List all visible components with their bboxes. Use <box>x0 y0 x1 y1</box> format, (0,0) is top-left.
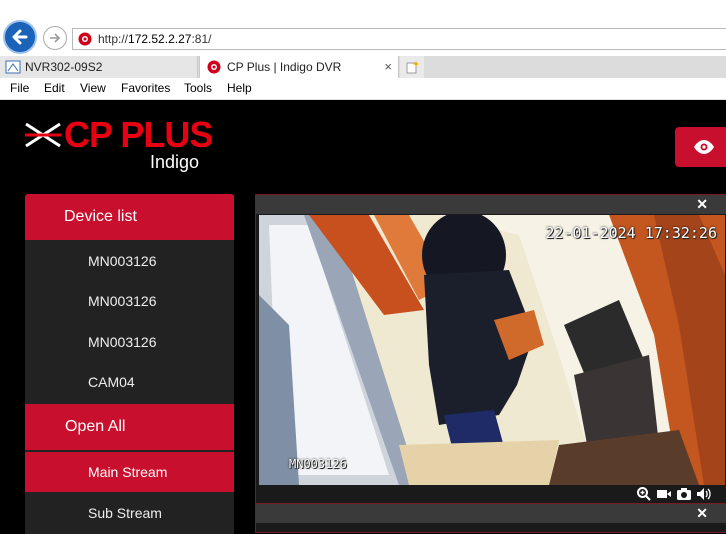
menu-bar: File Edit View Favorites Tools Help <box>0 78 726 100</box>
tab-nvr[interactable]: NVR302-09S2 <box>0 56 198 78</box>
browser-toolbar: http://172.52.2.27:81/ <box>0 0 726 56</box>
brand-name: CP PLUS <box>64 114 213 155</box>
new-tab-icon <box>406 61 419 74</box>
sub-stream-option[interactable]: Sub Stream <box>25 493 234 533</box>
device-item[interactable]: CAM04 <box>25 362 234 402</box>
record-icon[interactable] <box>656 486 672 502</box>
logo-mark-icon <box>25 122 61 148</box>
video-timestamp: 22-01-2024 17:32:26 <box>545 224 717 242</box>
close-tab-icon[interactable]: × <box>384 59 392 74</box>
site-favicon <box>207 60 221 74</box>
video-panel-2: ✕ <box>255 503 726 533</box>
brand-subtitle: Indigo <box>150 152 200 172</box>
menu-favorites[interactable]: Favorites <box>121 81 170 95</box>
menu-help[interactable]: Help <box>227 81 252 95</box>
close-video-icon[interactable]: ✕ <box>696 505 708 522</box>
main-stream-option[interactable]: Main Stream <box>25 452 234 492</box>
audio-icon[interactable] <box>696 486 712 502</box>
camera-frame-image <box>259 215 725 485</box>
video-channel-name: MN003126 <box>289 457 347 471</box>
tab-label: CP Plus | Indigo DVR <box>227 60 342 74</box>
live-view-button[interactable] <box>675 127 726 167</box>
device-sidebar: Device list MN003126 MN003126 MN003126 C… <box>25 194 234 534</box>
device-item[interactable]: MN003126 <box>25 281 234 321</box>
back-button[interactable] <box>3 20 37 54</box>
device-item[interactable]: MN003126 <box>25 322 234 362</box>
tab-label: NVR302-09S2 <box>25 60 103 74</box>
device-list-header[interactable]: Device list <box>25 194 234 240</box>
video-panel: ✕ 22-01-2024 17:32:26 MN003126 <box>255 194 726 504</box>
menu-file[interactable]: File <box>10 81 29 95</box>
menu-tools[interactable]: Tools <box>184 81 212 95</box>
url-text: http://172.52.2.27:81/ <box>98 32 212 46</box>
forward-button[interactable] <box>43 26 67 50</box>
site-favicon <box>78 32 92 46</box>
video-panel-titlebar: ✕ <box>256 504 726 523</box>
tab-strip: NVR302-09S2 CP Plus | Indigo DVR × <box>0 56 726 79</box>
menu-view[interactable]: View <box>80 81 106 95</box>
forward-arrow-icon <box>50 33 61 43</box>
close-video-icon[interactable]: ✕ <box>696 196 708 213</box>
page-icon <box>5 60 21 74</box>
device-item[interactable]: MN003126 <box>25 241 234 281</box>
address-bar[interactable]: http://172.52.2.27:81/ <box>72 28 726 50</box>
video-toolbar <box>256 485 726 503</box>
video-panel-titlebar: ✕ <box>256 195 726 214</box>
new-tab-button[interactable] <box>400 56 424 78</box>
back-arrow-icon <box>12 29 28 45</box>
snapshot-icon[interactable] <box>676 486 692 502</box>
menu-edit[interactable]: Edit <box>44 81 65 95</box>
eye-icon <box>694 140 714 154</box>
open-all-button[interactable]: Open All <box>25 404 234 450</box>
tab-cp-plus[interactable]: CP Plus | Indigo DVR × <box>199 56 399 78</box>
camera-feed[interactable]: 22-01-2024 17:32:26 MN003126 <box>259 215 725 485</box>
zoom-icon[interactable] <box>636 486 652 502</box>
